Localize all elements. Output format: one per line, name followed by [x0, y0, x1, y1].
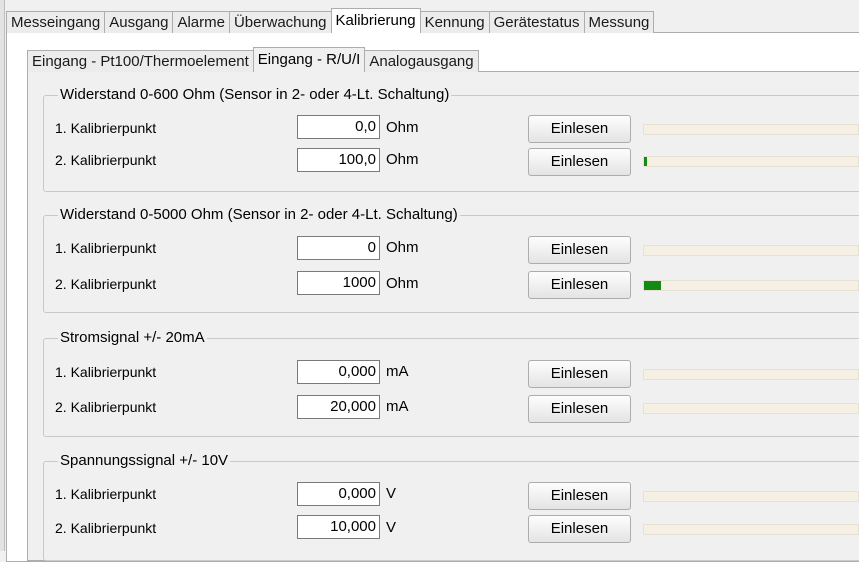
calibration-value-field[interactable]: 1000	[297, 271, 380, 295]
tab-kalibrierung[interactable]: Kalibrierung	[330, 8, 421, 33]
calibration-point-label: 2. Kalibrierpunkt	[55, 276, 157, 292]
group-stromsignal: Stromsignal +/- 20mA	[43, 329, 859, 437]
einlesen-button[interactable]: Einlesen	[528, 515, 631, 543]
calibration-value-field[interactable]: 0	[297, 236, 380, 260]
window: Messeingang Ausgang Alarme Überwachung K…	[0, 0, 859, 562]
group-title: Widerstand 0-600 Ohm (Sensor in 2- oder …	[58, 86, 452, 104]
tab-alarme[interactable]: Alarme	[172, 11, 230, 33]
calibration-point-label: 2. Kalibrierpunkt	[55, 520, 157, 536]
calibration-point-label: 2. Kalibrierpunkt	[55, 399, 157, 415]
window-left-edge	[0, 0, 5, 551]
subtab-analogausgang[interactable]: Analogausgang	[364, 50, 479, 72]
einlesen-button[interactable]: Einlesen	[528, 148, 631, 176]
calibration-progress-bar	[643, 369, 859, 380]
calibration-value-field[interactable]: 10,000	[297, 515, 380, 539]
unit-label: mA	[386, 398, 409, 415]
unit-label: Ohm	[386, 275, 419, 292]
group-spannungssignal: Spannungssignal +/- 10V	[43, 452, 859, 561]
unit-label: V	[386, 485, 397, 502]
calibration-value-field[interactable]: 20,000	[297, 395, 380, 419]
group-title: Spannungssignal +/- 10V	[58, 452, 231, 470]
subtab-eingang-pt100[interactable]: Eingang - Pt100/Thermoelement	[27, 50, 254, 72]
unit-label: Ohm	[386, 239, 419, 256]
calibration-value-field[interactable]: 0,000	[297, 482, 380, 506]
einlesen-button[interactable]: Einlesen	[528, 482, 631, 510]
progress-fill	[644, 157, 648, 166]
unit-label: Ohm	[386, 151, 419, 168]
tab-messung[interactable]: Messung	[583, 11, 655, 33]
main-tab-bar: Messeingang Ausgang Alarme Überwachung K…	[6, 8, 655, 33]
unit-label: mA	[386, 363, 409, 380]
einlesen-button[interactable]: Einlesen	[528, 271, 631, 299]
sub-tab-bar: Eingang - Pt100/Thermoelement Eingang - …	[27, 47, 479, 72]
einlesen-button[interactable]: Einlesen	[528, 115, 631, 143]
calibration-point-label: 1. Kalibrierpunkt	[55, 240, 157, 256]
calibration-progress-bar	[643, 245, 859, 256]
einlesen-button[interactable]: Einlesen	[528, 360, 631, 388]
tab-ausgang[interactable]: Ausgang	[104, 11, 174, 33]
subtab-eingang-ruí[interactable]: Eingang - R/U/I	[252, 47, 366, 72]
group-title: Widerstand 0-5000 Ohm (Sensor in 2- oder…	[58, 206, 460, 224]
einlesen-button[interactable]: Einlesen	[528, 236, 631, 264]
einlesen-button[interactable]: Einlesen	[528, 395, 631, 423]
tab-kennung[interactable]: Kennung	[419, 11, 490, 33]
group-title: Stromsignal +/- 20mA	[58, 329, 207, 347]
calibration-progress-bar	[643, 280, 859, 291]
unit-label: V	[386, 519, 397, 536]
group-widerstand-600: Widerstand 0-600 Ohm (Sensor in 2- oder …	[43, 86, 859, 192]
calibration-progress-bar	[643, 124, 859, 135]
calibration-progress-bar	[643, 491, 859, 502]
tab-ueberwachung[interactable]: Überwachung	[228, 11, 332, 33]
calibration-progress-bar	[643, 524, 859, 535]
calibration-progress-bar	[643, 156, 859, 167]
calibration-progress-bar	[643, 403, 859, 414]
tab-messeingang[interactable]: Messeingang	[6, 11, 106, 33]
calibration-point-label: 1. Kalibrierpunkt	[55, 364, 157, 380]
unit-label: Ohm	[386, 119, 419, 136]
calibration-value-field[interactable]: 0,000	[297, 360, 380, 384]
calibration-value-field[interactable]: 100,0	[297, 148, 380, 172]
progress-fill	[644, 281, 662, 290]
tab-geraetestatus[interactable]: Gerätestatus	[488, 11, 585, 33]
calibration-point-label: 1. Kalibrierpunkt	[55, 486, 157, 502]
group-widerstand-5000: Widerstand 0-5000 Ohm (Sensor in 2- oder…	[43, 206, 859, 313]
calibration-value-field[interactable]: 0,0	[297, 115, 380, 139]
calibration-point-label: 1. Kalibrierpunkt	[55, 120, 157, 136]
calibration-point-label: 2. Kalibrierpunkt	[55, 152, 157, 168]
